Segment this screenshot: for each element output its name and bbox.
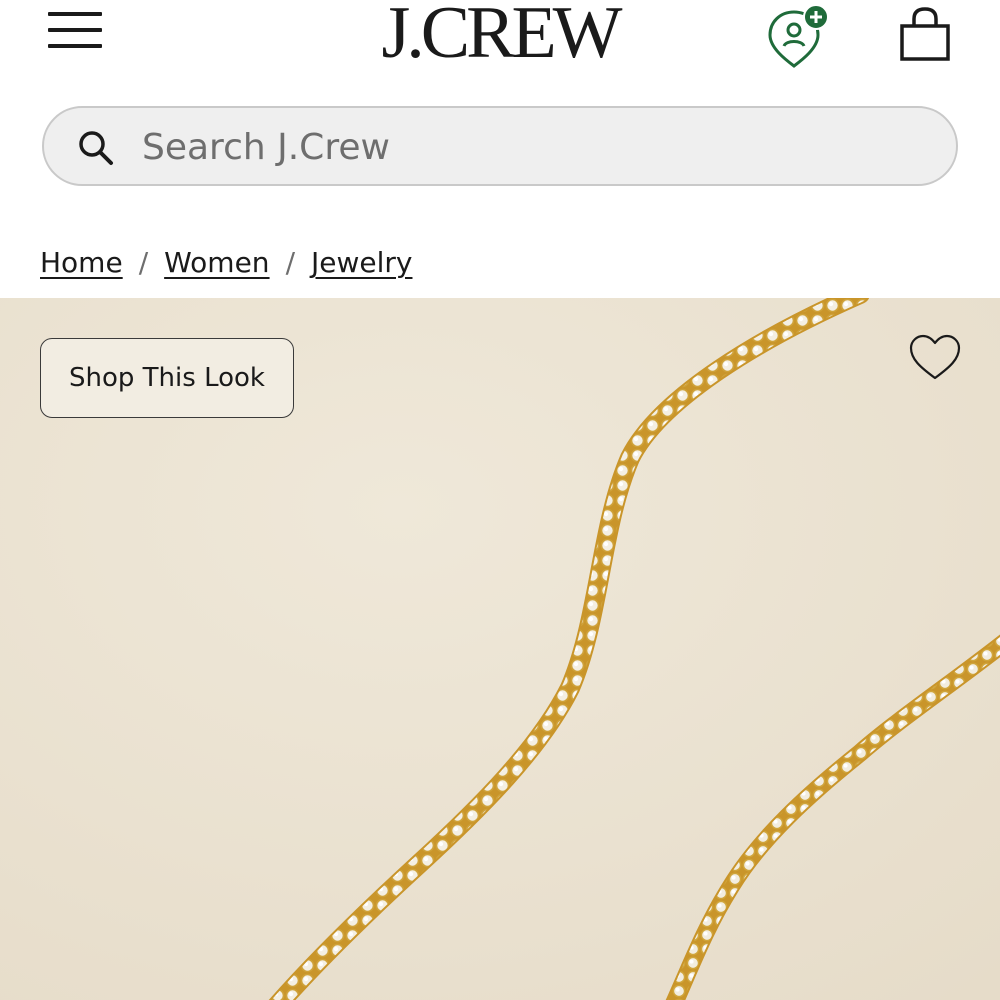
breadcrumb: Home / Women / Jewelry: [40, 240, 412, 284]
product-hero: Shop This Look: [0, 298, 1000, 1000]
bag-button[interactable]: [896, 6, 954, 62]
site-header: J.CREW: [0, 0, 1000, 100]
breadcrumb-separator: /: [138, 245, 149, 279]
wishlist-button[interactable]: [906, 332, 964, 384]
search-input[interactable]: [140, 116, 924, 178]
breadcrumb-women-link[interactable]: Women: [164, 246, 269, 279]
breadcrumb-home-link[interactable]: Home: [40, 246, 123, 279]
account-location-add-icon: [768, 4, 829, 68]
breadcrumb-jewelry-link[interactable]: Jewelry: [311, 246, 412, 279]
account-button[interactable]: [764, 2, 834, 70]
breadcrumb-separator: /: [285, 245, 295, 279]
heart-icon: [909, 334, 961, 380]
search-bar[interactable]: [42, 106, 958, 186]
shopping-bag-icon: [900, 7, 950, 61]
site-logo[interactable]: J.CREW: [300, 0, 700, 78]
menu-button[interactable]: [44, 8, 106, 52]
shop-this-look-button[interactable]: Shop This Look: [40, 338, 294, 418]
search-icon: [79, 131, 113, 165]
